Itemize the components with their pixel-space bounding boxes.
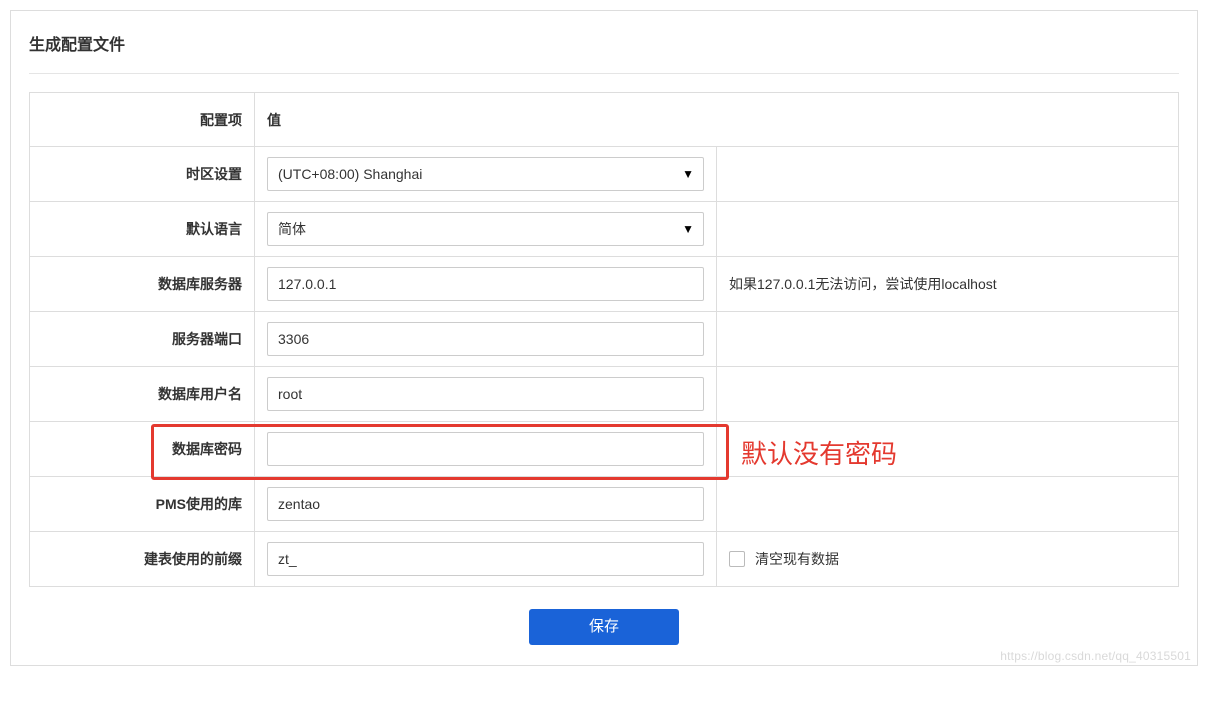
db-name-input[interactable]: [267, 487, 704, 521]
save-row: 保存: [29, 587, 1179, 645]
panel-title: 生成配置文件: [29, 31, 1179, 74]
row-label-db-name: PMS使用的库: [30, 477, 255, 532]
db-pass-input[interactable]: [267, 432, 704, 466]
timezone-select[interactable]: (UTC+08:00) Shanghai: [267, 157, 704, 191]
table-row: 数据库用户名: [30, 367, 1179, 422]
save-button[interactable]: 保存: [529, 609, 679, 645]
clear-data-label: 清空现有数据: [755, 549, 839, 569]
config-table: 配置项 值 时区设置 (UTC+08:00) Shanghai ▼ 默认: [29, 92, 1179, 587]
hint-cell: [717, 312, 1179, 367]
table-header-row: 配置项 值: [30, 93, 1179, 147]
row-label-db-pass: 数据库密码: [30, 422, 255, 477]
row-label-db-port: 服务器端口: [30, 312, 255, 367]
table-row: 默认语言 简体 ▼: [30, 202, 1179, 257]
hint-cell: [717, 147, 1179, 202]
config-panel: 生成配置文件 配置项 值 时区设置 (UTC+08:00) Shanghai ▼: [10, 10, 1198, 666]
db-host-input[interactable]: [267, 267, 704, 301]
checkbox-icon: [729, 551, 745, 567]
clear-data-checkbox-wrap[interactable]: 清空现有数据: [729, 549, 1166, 569]
header-label: 配置项: [30, 93, 255, 147]
hint-cell: [717, 202, 1179, 257]
header-value: 值: [255, 93, 1179, 147]
table-row: PMS使用的库: [30, 477, 1179, 532]
db-prefix-input[interactable]: [267, 542, 704, 576]
db-port-input[interactable]: [267, 322, 704, 356]
row-label-language: 默认语言: [30, 202, 255, 257]
row-label-db-user: 数据库用户名: [30, 367, 255, 422]
hint-cell: [717, 367, 1179, 422]
table-row: 建表使用的前缀 清空现有数据: [30, 532, 1179, 587]
table-row: 数据库服务器 如果127.0.0.1无法访问，尝试使用localhost: [30, 257, 1179, 312]
table-row: 服务器端口: [30, 312, 1179, 367]
row-label-db-prefix: 建表使用的前缀: [30, 532, 255, 587]
table-row: 数据库密码: [30, 422, 1179, 477]
db-user-input[interactable]: [267, 377, 704, 411]
language-select[interactable]: 简体: [267, 212, 704, 246]
hint-cell: [717, 422, 1179, 477]
row-label-db-host: 数据库服务器: [30, 257, 255, 312]
hint-cell: [717, 477, 1179, 532]
row-label-timezone: 时区设置: [30, 147, 255, 202]
table-row: 时区设置 (UTC+08:00) Shanghai ▼: [30, 147, 1179, 202]
watermark: https://blog.csdn.net/qq_40315501: [1000, 649, 1191, 663]
db-host-hint: 如果127.0.0.1无法访问，尝试使用localhost: [717, 257, 1179, 312]
